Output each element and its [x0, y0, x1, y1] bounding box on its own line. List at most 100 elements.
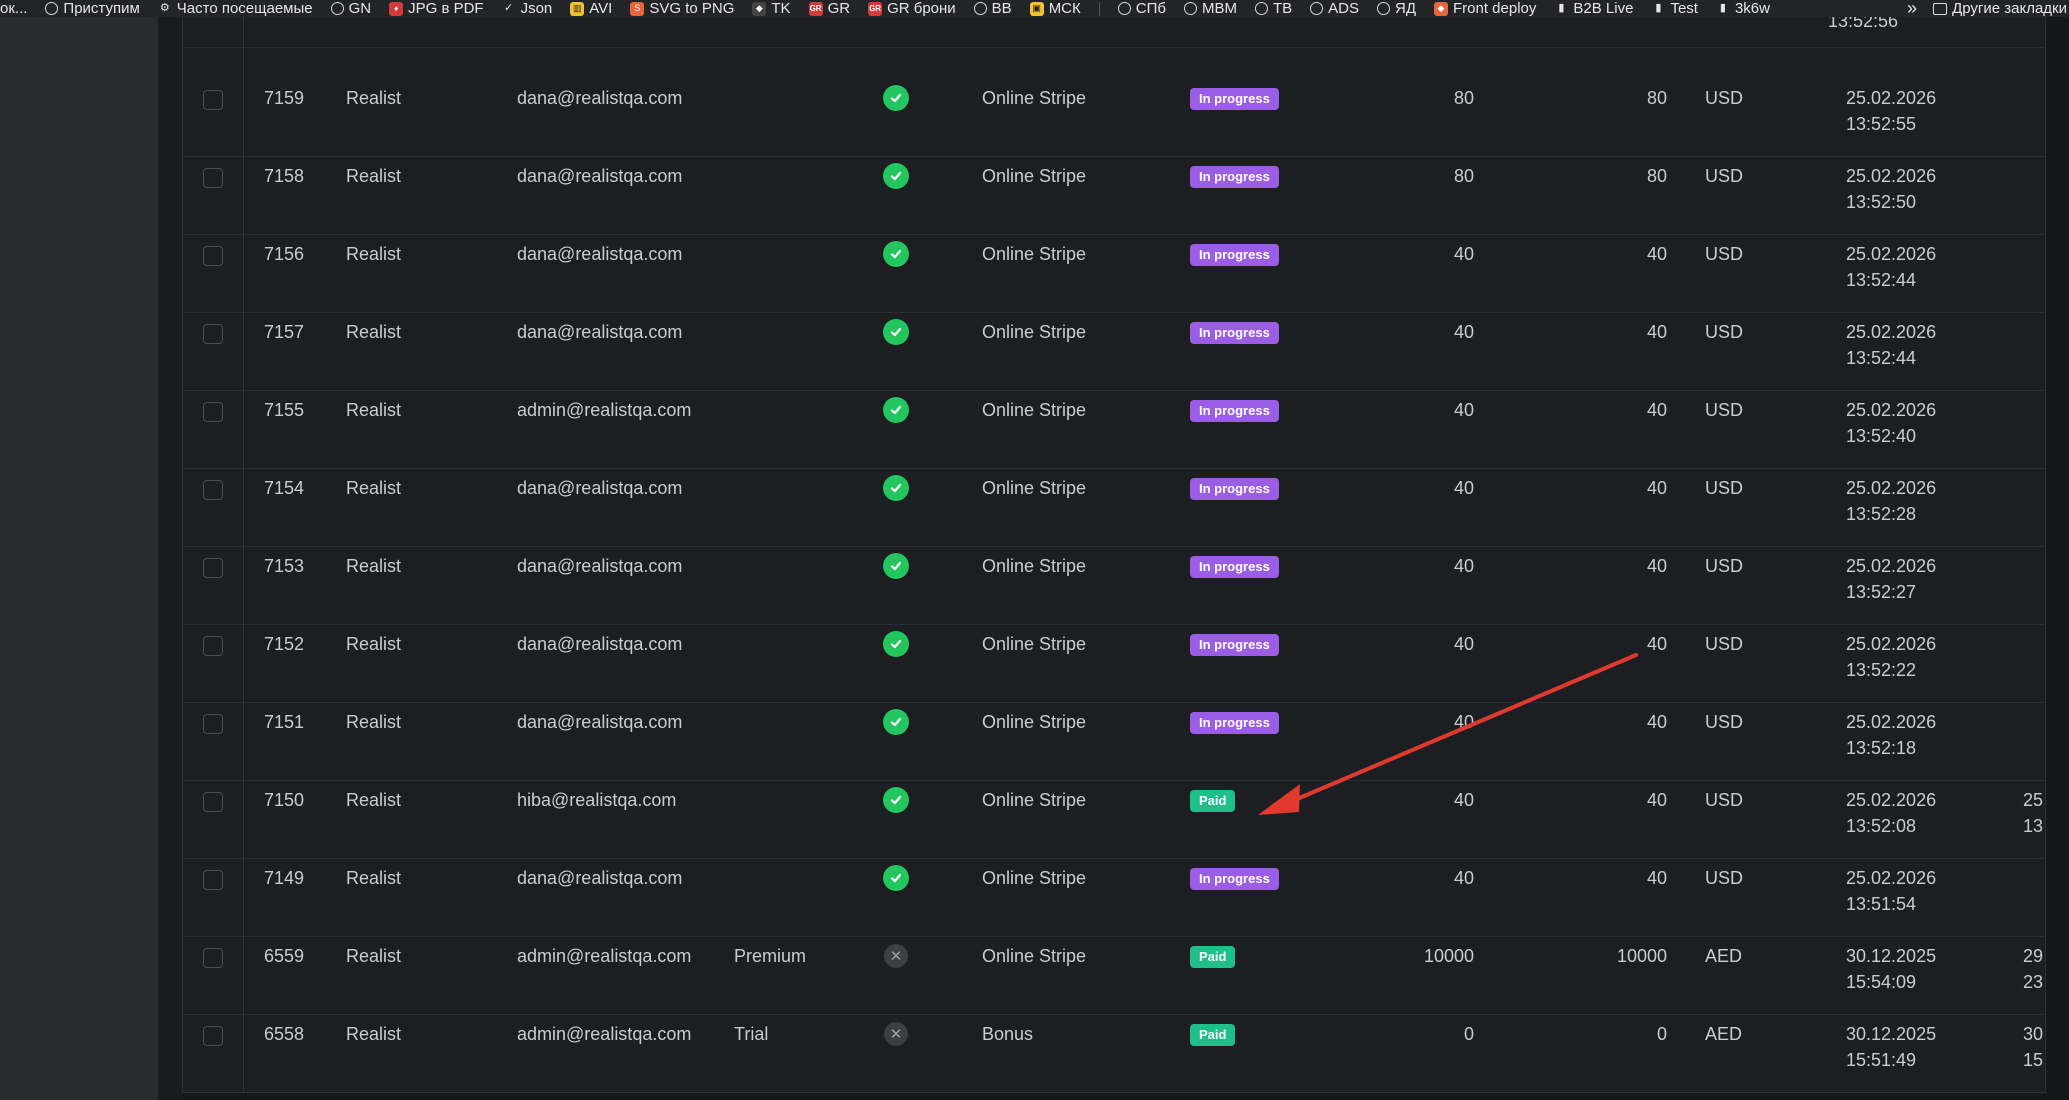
bookmarks-separator	[1098, 1, 1100, 16]
chart-icon: ▥	[570, 1, 585, 16]
table-row[interactable]: 7153 Realist dana@realistqa.com Online Stri…	[183, 546, 2045, 625]
row-time: 13:52:40	[1846, 426, 1917, 446]
bookmark-item[interactable]: ▮ B2B Live	[1554, 0, 1633, 17]
table-row[interactable]: 7159 Realist dana@realistqa.com Online Stri…	[183, 78, 2045, 157]
gr-icon: GR	[808, 1, 823, 16]
row-checkbox[interactable]	[203, 636, 223, 656]
row-time: 13:51:54	[1846, 894, 1917, 914]
row-id: 7154	[264, 478, 305, 498]
bookmark-item[interactable]: ▣ МСК	[1029, 0, 1081, 17]
status-badge: Paid	[1190, 790, 1236, 812]
active-check-icon	[883, 85, 909, 111]
row-checkbox[interactable]	[203, 168, 223, 188]
row-checkbox[interactable]	[203, 714, 223, 734]
row-extra-date: 29	[2023, 946, 2044, 966]
bookmark-item[interactable]: GR GR брони	[868, 0, 956, 17]
table-row[interactable]: 7155 Realist admin@realistqa.com Online Str…	[183, 390, 2045, 469]
bookmark-item[interactable]: ЯД	[1377, 0, 1416, 17]
table-row[interactable]: 6559 Realist admin@realistqa.com Premium Onl…	[183, 936, 2045, 1015]
row-checkbox[interactable]	[203, 792, 223, 812]
bookmark-item[interactable]: ADS	[1310, 0, 1359, 17]
table-row[interactable]: 7156 Realist dana@realistqa.com Online Stri…	[183, 234, 2045, 313]
row-total: 40	[1646, 400, 1667, 420]
bookmarks-overflow-button[interactable]: »	[1907, 0, 1917, 17]
table-row[interactable]: 7154 Realist dana@realistqa.com Online Stri…	[183, 468, 2045, 547]
row-checkbox[interactable]	[203, 402, 223, 422]
row-checkbox[interactable]	[203, 480, 223, 500]
active-check-icon	[883, 397, 909, 423]
bookmark-item[interactable]: ✓ Json	[502, 0, 552, 17]
table-row[interactable]: 7149 Realist dana@realistqa.com Online Stri…	[183, 858, 2045, 937]
row-email: dana@realistqa.com	[517, 634, 683, 654]
row-checkbox[interactable]	[203, 948, 223, 968]
row-currency: USD	[1705, 322, 1744, 342]
bookmark-item[interactable]: ▮ Test	[1651, 0, 1698, 17]
table-row[interactable]: 6558 Realist admin@realistqa.com Trial Bonus…	[183, 1014, 2045, 1092]
row-currency: USD	[1705, 478, 1744, 498]
pin-icon: ▮	[1558, 2, 1565, 14]
bookmark-item[interactable]: GN	[330, 0, 371, 17]
row-date: 25.02.2026	[1846, 868, 1937, 888]
bookmarks-bar: ок... Приступим ⚙ Часто посещаемые GN ♦ JPG в …	[0, 0, 2069, 17]
row-checkbox[interactable]	[203, 1026, 223, 1046]
row-email: dana@realistqa.com	[517, 322, 683, 342]
table-row-partial[interactable]: 13:52:56	[183, 17, 2045, 48]
bookmark-label: Front deploy	[1453, 0, 1537, 17]
row-total: 10000	[1616, 946, 1667, 966]
check-icon: ✓	[503, 2, 514, 14]
bookmark-item[interactable]: S SVG to PNG	[630, 0, 734, 17]
bookmark-label: B2B Live	[1573, 0, 1634, 17]
row-date: 25.02.2026	[1846, 790, 1937, 810]
row-checkbox[interactable]	[203, 870, 223, 890]
row-id: 6559	[264, 946, 305, 966]
bookmark-item[interactable]: ▥ AVI	[570, 0, 612, 17]
row-email: dana@realistqa.com	[517, 88, 683, 108]
bookmark-item[interactable]: ◆ Front deploy	[1434, 0, 1536, 17]
row-extra-date: 30	[2023, 1024, 2044, 1044]
bookmark-item[interactable]: ◆ TK	[752, 0, 791, 17]
other-bookmarks[interactable]: Другие закладки	[1933, 0, 2067, 17]
globe-icon	[1117, 2, 1131, 15]
table-row[interactable]: 7158 Realist dana@realistqa.com Online Stri…	[183, 156, 2045, 235]
bookmark-item[interactable]: ♦ JPG в PDF	[389, 0, 484, 17]
row-email: dana@realistqa.com	[517, 556, 683, 576]
row-method: Online Stripe	[982, 244, 1087, 264]
bookmark-item[interactable]: MBM	[1183, 0, 1237, 17]
row-time: 13:52:44	[1846, 270, 1917, 290]
row-project: Realist	[346, 88, 402, 108]
status-badge: In progress	[1190, 556, 1279, 578]
bookmark-item[interactable]: СПб	[1117, 0, 1166, 17]
active-check-icon	[883, 865, 909, 891]
bookmark-item[interactable]: ⚙ Часто посещаемые	[158, 0, 313, 17]
bookmark-label: GR	[827, 0, 851, 17]
active-check-icon	[883, 709, 909, 735]
row-checkbox[interactable]	[203, 90, 223, 110]
row-checkbox[interactable]	[203, 558, 223, 578]
bookmark-item[interactable]: TB	[1254, 0, 1292, 17]
bookmark-item[interactable]: Приступим	[45, 0, 140, 17]
row-amount: 40	[1453, 400, 1474, 420]
status-badge: Paid	[1190, 1024, 1236, 1046]
table-row[interactable]: 7151 Realist dana@realistqa.com Online Stri…	[183, 702, 2045, 781]
inactive-x-icon: ✕	[884, 944, 908, 968]
table-row[interactable]: 7150 Realist hiba@realistqa.com Online Stri…	[183, 780, 2045, 859]
row-total: 40	[1646, 556, 1667, 576]
row-method: Online Stripe	[982, 400, 1087, 420]
row-total: 40	[1646, 790, 1667, 810]
bookmark-item[interactable]: ▮ 3k6w	[1716, 0, 1770, 17]
bookmark-item[interactable]: ок...	[0, 0, 27, 17]
row-id: 7153	[264, 556, 305, 576]
bookmark-item[interactable]: BB	[973, 0, 1012, 17]
row-checkbox[interactable]	[203, 246, 223, 266]
bookmark-label: Часто посещаемые	[176, 0, 313, 17]
table-row[interactable]: 7157 Realist dana@realistqa.com Online Stri…	[183, 312, 2045, 391]
row-email: admin@realistqa.com	[517, 946, 692, 966]
active-check-icon	[883, 631, 909, 657]
table-row[interactable]: 7152 Realist dana@realistqa.com Online Stri…	[183, 624, 2045, 703]
row-total: 40	[1646, 868, 1667, 888]
status-badge: Paid	[1190, 946, 1236, 968]
row-time: 15:51:49	[1846, 1050, 1917, 1070]
bookmark-item[interactable]: GR GR	[808, 0, 851, 17]
row-method: Online Stripe	[982, 634, 1087, 654]
row-checkbox[interactable]	[203, 324, 223, 344]
